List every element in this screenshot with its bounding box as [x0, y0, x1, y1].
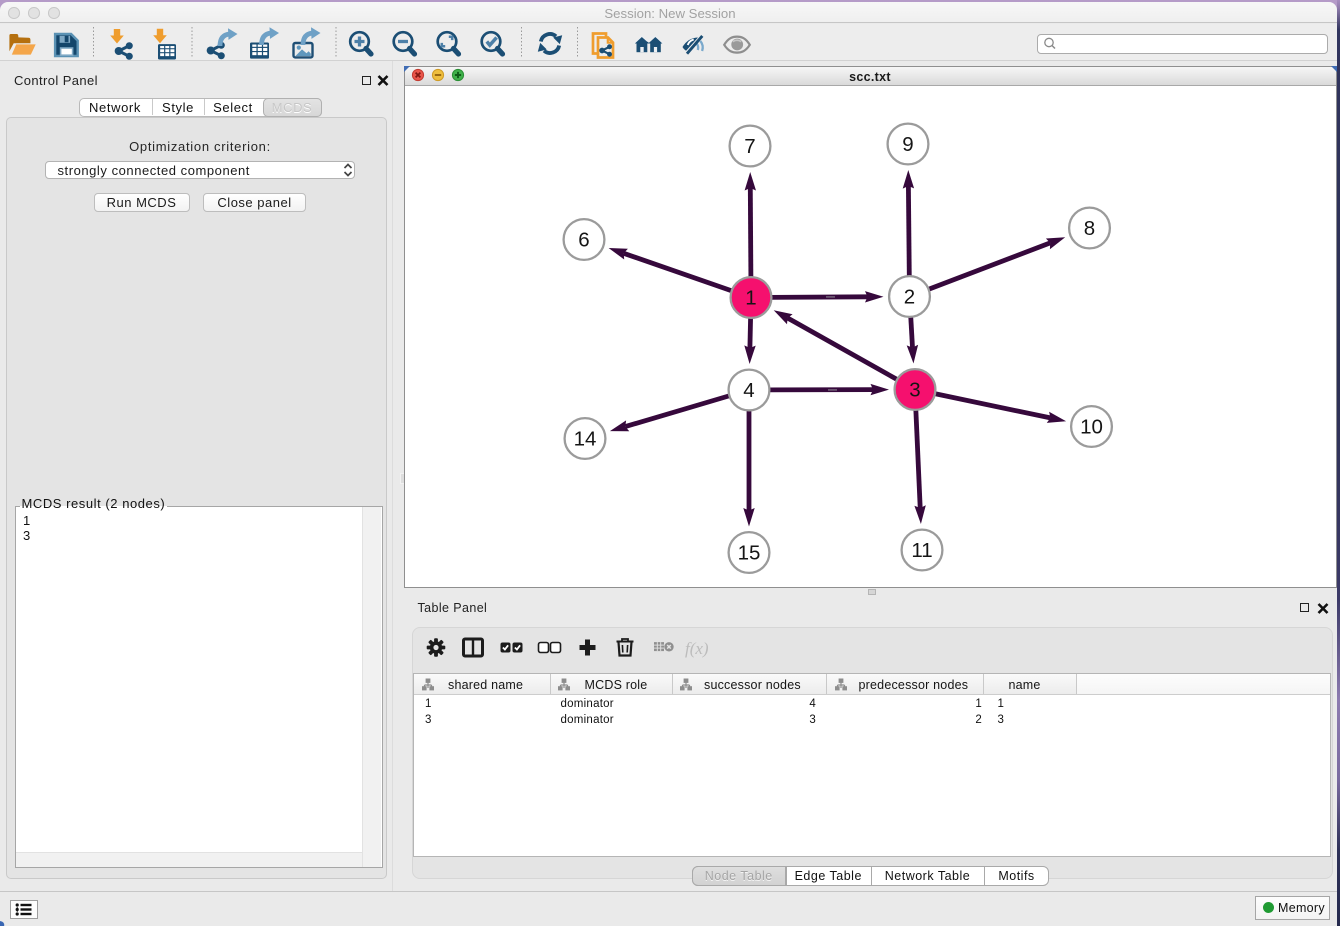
svg-text:3: 3 — [909, 379, 920, 402]
svg-text:10: 10 — [1080, 416, 1103, 439]
svg-text:11: 11 — [911, 539, 932, 562]
svg-text:4: 4 — [743, 379, 754, 402]
svg-text:8: 8 — [1084, 217, 1095, 240]
svg-text:1: 1 — [745, 287, 756, 310]
svg-text:9: 9 — [902, 133, 913, 156]
svg-text:15: 15 — [738, 542, 761, 565]
svg-text:14: 14 — [574, 428, 597, 451]
svg-text:7: 7 — [744, 135, 755, 158]
svg-text:2: 2 — [904, 286, 915, 309]
svg-text:6: 6 — [578, 229, 589, 252]
